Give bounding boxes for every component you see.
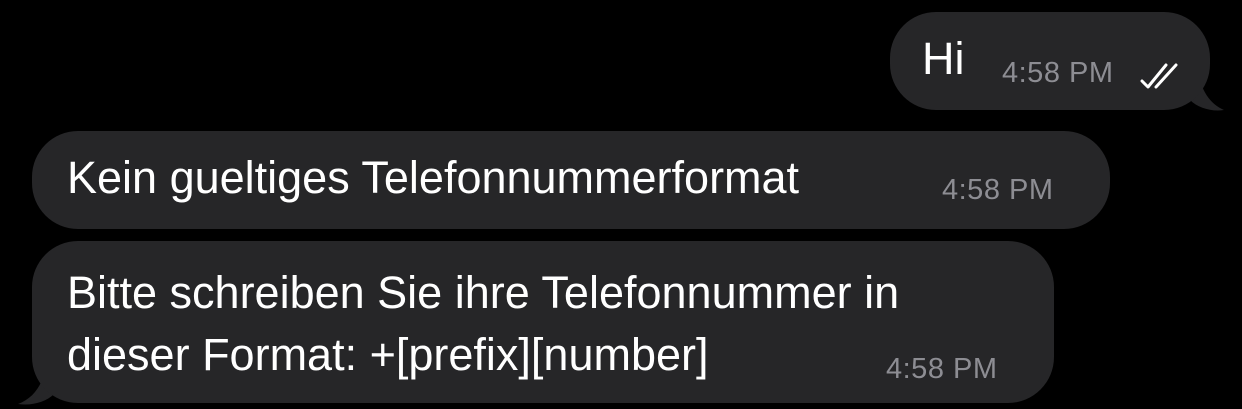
message-text-line: Bitte schreiben Sie ihre Telefonnummer i… — [67, 267, 900, 318]
incoming-message-bubble[interactable]: Bitte schreiben Sie ihre Telefonnummer i… — [32, 241, 1054, 403]
incoming-message-bubble[interactable]: Kein gueltiges Telefonnummerformat 4:58 … — [32, 131, 1110, 229]
outgoing-message-bubble[interactable]: Hi 4:58 PM — [890, 12, 1210, 110]
message-text: Kein gueltiges Telefonnummerformat — [67, 152, 800, 203]
message-timestamp: 4:58 PM — [886, 353, 998, 385]
message-timestamp: 4:58 PM — [942, 174, 1054, 206]
message-text: Hi — [922, 33, 965, 84]
message-text-block: Bitte schreiben Sie ihre Telefonnummer i… — [67, 262, 899, 386]
message-timestamp: 4:58 PM — [1002, 57, 1114, 89]
message-text-line: dieser Format: +[prefix][number] — [67, 329, 709, 380]
double-check-icon — [1140, 63, 1178, 89]
